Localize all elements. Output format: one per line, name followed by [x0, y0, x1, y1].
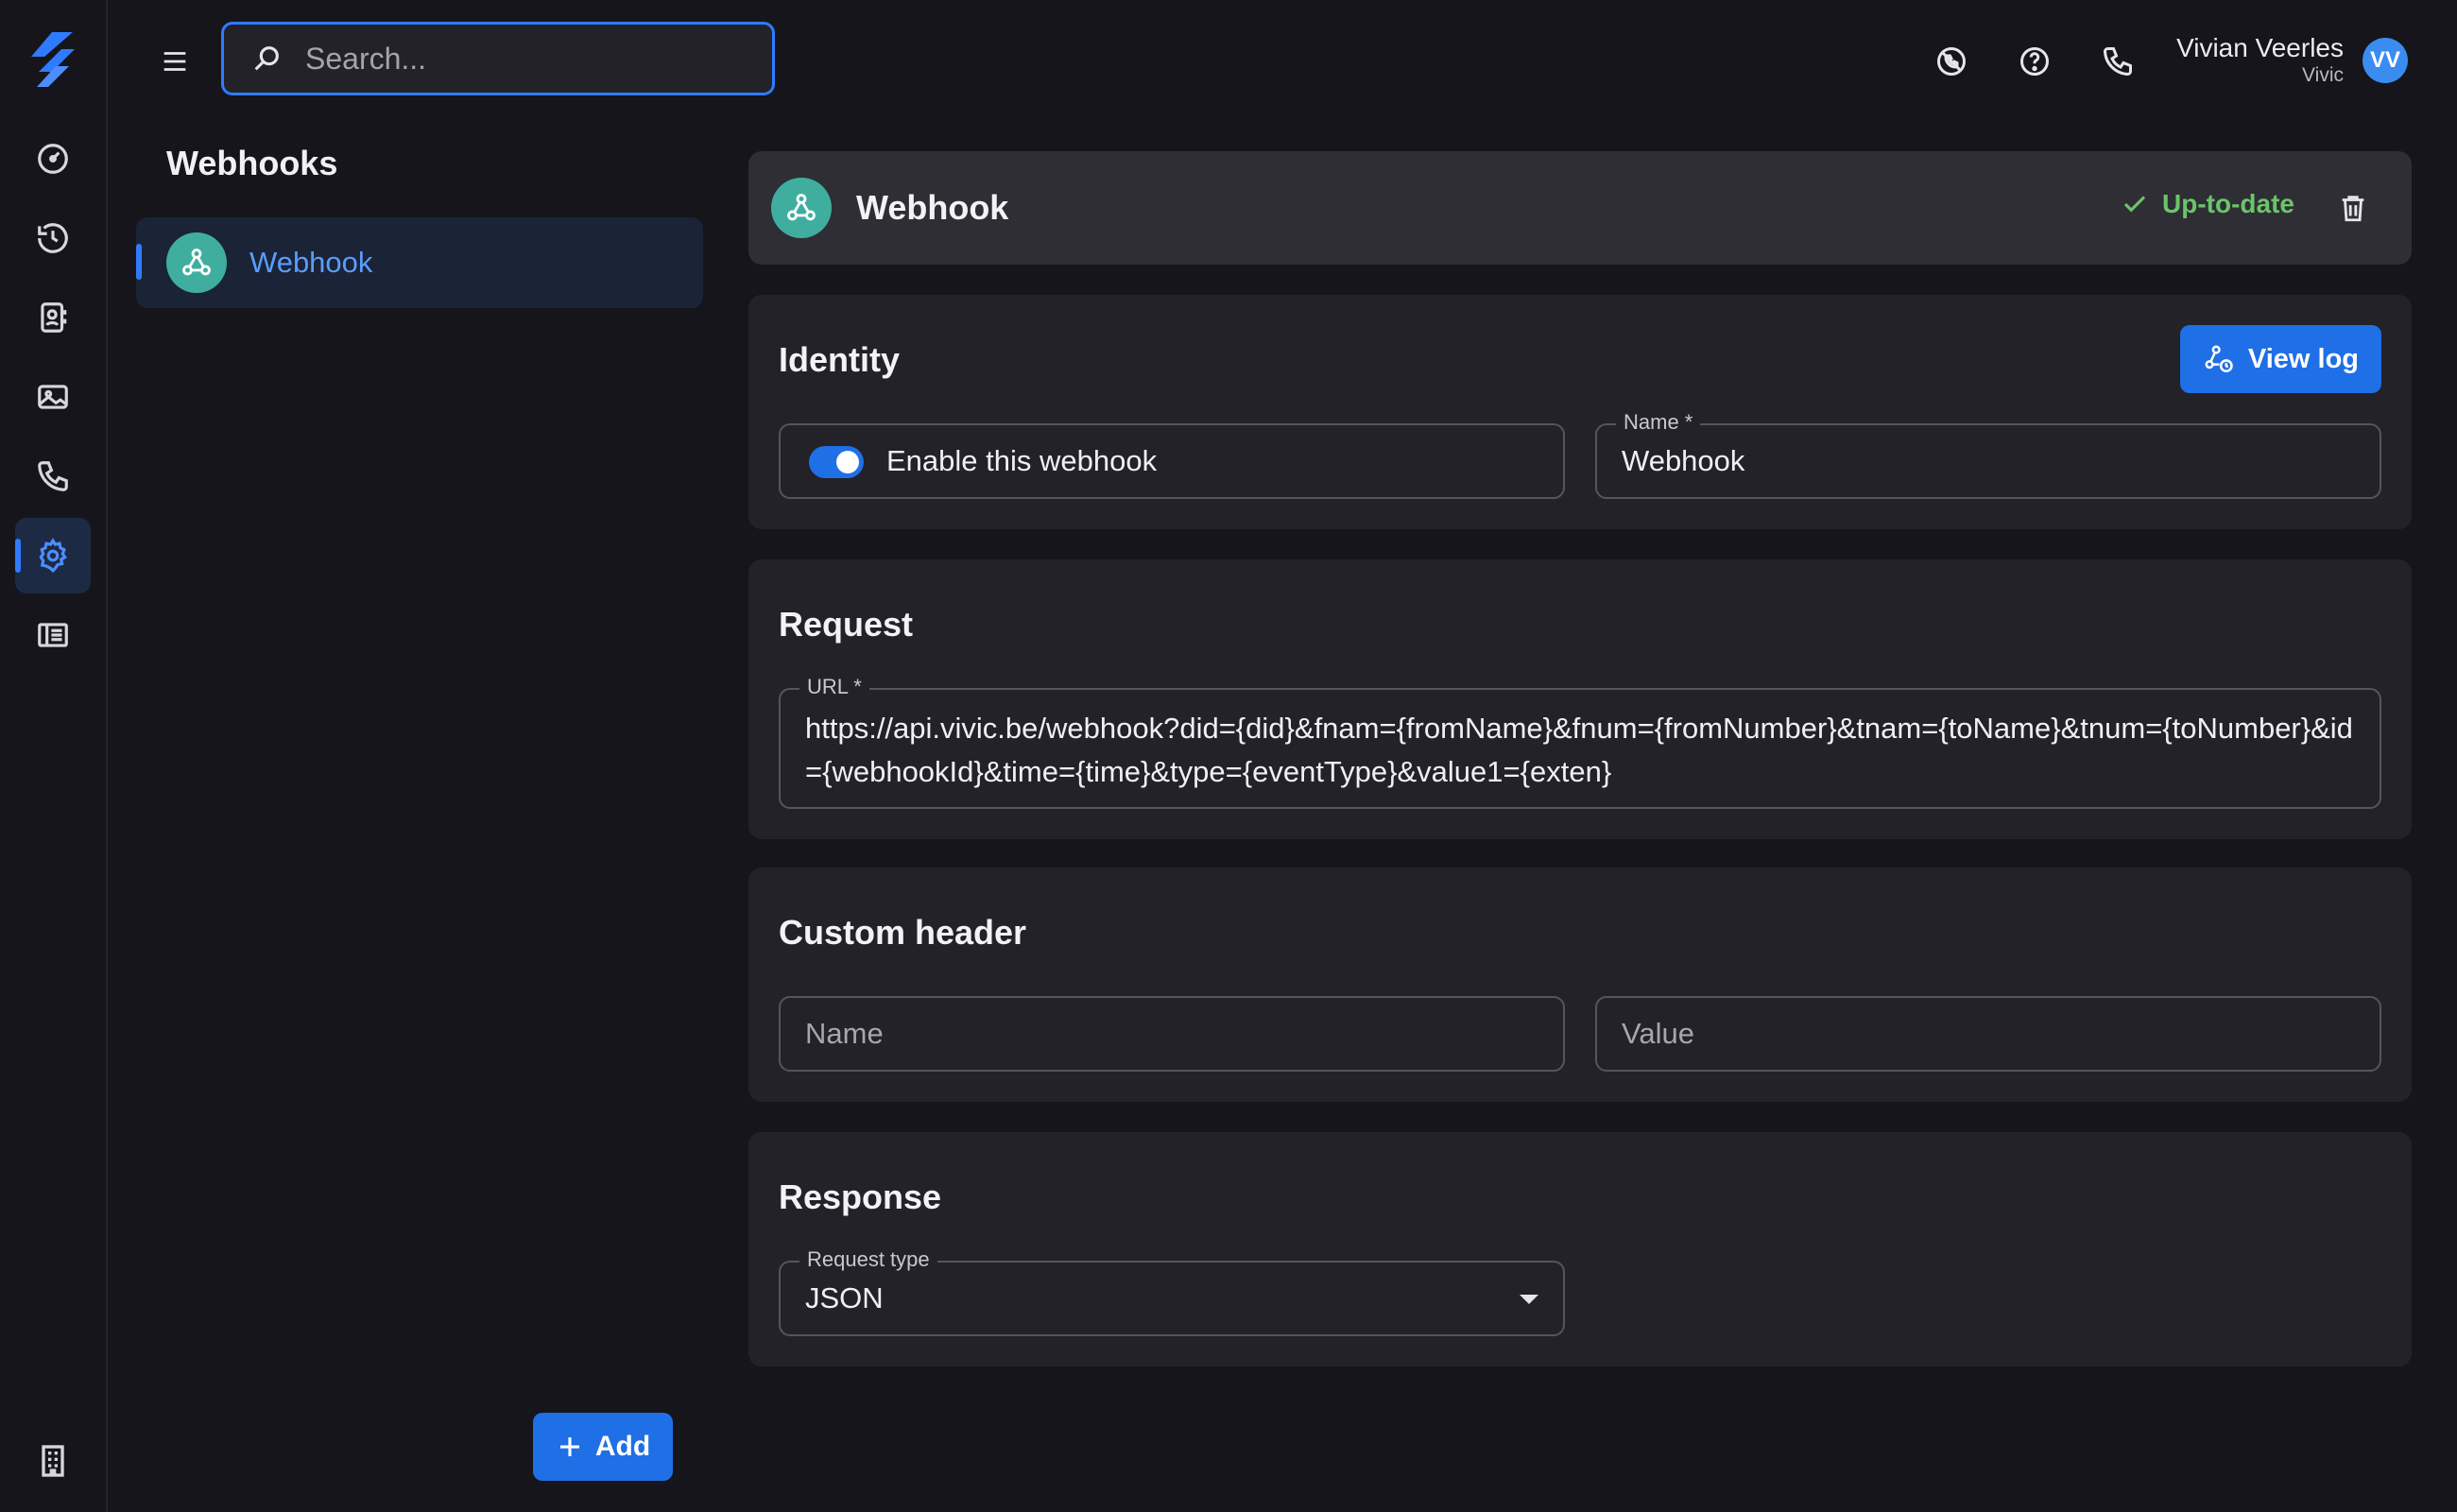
- custom-header-section: Custom header Name Value: [748, 868, 2412, 1102]
- identity-section: Identity View log Enable this webhook Na…: [748, 295, 2412, 529]
- webhook-icon: [771, 178, 832, 238]
- do-not-disturb-icon[interactable]: [1930, 40, 1973, 83]
- user-name: Vivian Veerles: [2176, 33, 2344, 62]
- response-title: Response: [779, 1177, 942, 1216]
- add-button-label: Add: [594, 1431, 651, 1462]
- status-badge: Up-to-date: [2121, 189, 2294, 219]
- header-name-placeholder: Name: [805, 1017, 884, 1050]
- user-info[interactable]: Vivian Veerles Vivic: [2176, 32, 2344, 87]
- header-value-field[interactable]: Value: [1595, 996, 2381, 1072]
- rail-settings-icon[interactable]: [15, 518, 91, 593]
- user-org: Vivic: [2302, 64, 2344, 86]
- request-type-label: Request type: [799, 1247, 937, 1272]
- request-type-value: JSON: [805, 1281, 884, 1314]
- phone-icon[interactable]: [2096, 40, 2139, 83]
- webhook-log-icon: [2205, 345, 2233, 373]
- avatar[interactable]: VV: [2362, 38, 2408, 83]
- search-input[interactable]: [303, 40, 723, 77]
- rail-contacts-icon[interactable]: [15, 280, 91, 355]
- search-box[interactable]: [221, 22, 775, 95]
- request-section: Request URL * https://api.vivic.be/webho…: [748, 559, 2412, 839]
- enable-webhook-field[interactable]: Enable this webhook: [779, 423, 1565, 499]
- chevron-down-icon[interactable]: [1520, 1295, 1538, 1304]
- request-title: Request: [779, 605, 914, 644]
- header-name-field[interactable]: Name: [779, 996, 1565, 1072]
- identity-title: Identity: [779, 340, 901, 379]
- list-item-webhook[interactable]: Webhook: [136, 217, 703, 308]
- rail-dashboard-icon[interactable]: [15, 121, 91, 197]
- delete-icon[interactable]: [2332, 187, 2374, 229]
- toggle-knob: [836, 451, 859, 473]
- building-icon[interactable]: [34, 1442, 72, 1480]
- response-section: Response Request type JSON: [748, 1132, 2412, 1366]
- view-log-button[interactable]: View log: [2179, 325, 2381, 393]
- rail-media-icon[interactable]: [15, 359, 91, 435]
- list-item-label: Webhook: [249, 246, 373, 279]
- add-button[interactable]: Add: [533, 1413, 673, 1481]
- panel-title: Webhooks: [166, 144, 338, 182]
- rail-history-icon[interactable]: [15, 200, 91, 276]
- status-text: Up-to-date: [2162, 189, 2294, 218]
- name-field-value[interactable]: Webhook: [1622, 444, 1744, 478]
- request-type-select[interactable]: Request type JSON: [779, 1247, 1565, 1336]
- search-icon: [254, 46, 279, 71]
- plus-icon: [559, 1437, 579, 1456]
- help-icon[interactable]: [2013, 40, 2056, 83]
- url-field-label: URL *: [799, 675, 869, 699]
- url-field[interactable]: URL * https://api.vivic.be/webhook?did={…: [779, 675, 2381, 809]
- view-log-label: View log: [2247, 343, 2359, 374]
- enable-webhook-toggle[interactable]: [809, 446, 864, 478]
- check-icon: [2123, 196, 2146, 213]
- rail-phone-icon[interactable]: [15, 438, 91, 514]
- name-field[interactable]: Name * Webhook: [1595, 410, 2381, 499]
- header-value-placeholder: Value: [1622, 1017, 1694, 1050]
- name-field-label: Name *: [1616, 410, 1701, 435]
- webhook-icon: [166, 232, 227, 293]
- app-rail: [0, 0, 108, 1512]
- rail-reports-icon[interactable]: [15, 597, 91, 673]
- menu-icon[interactable]: [153, 40, 197, 83]
- app-logo-icon[interactable]: [24, 28, 82, 89]
- webhook-header: Webhook Up-to-date: [748, 151, 2412, 265]
- url-field-value[interactable]: https://api.vivic.be/webhook?did={did}&f…: [805, 707, 2355, 794]
- enable-webhook-label: Enable this webhook: [886, 444, 1158, 477]
- custom-header-title: Custom header: [779, 913, 1027, 952]
- page-title: Webhook: [856, 188, 1009, 227]
